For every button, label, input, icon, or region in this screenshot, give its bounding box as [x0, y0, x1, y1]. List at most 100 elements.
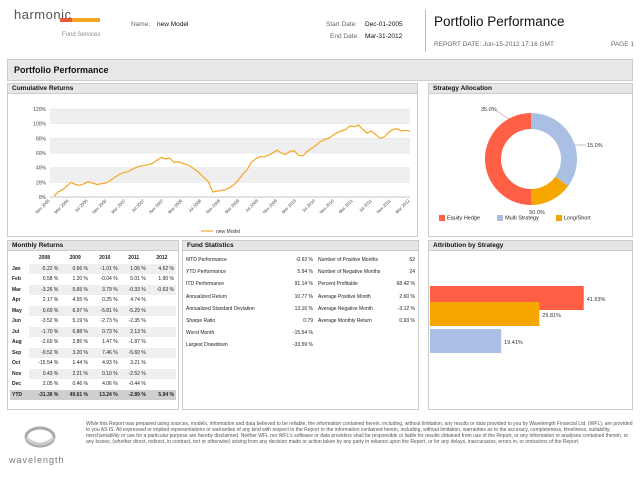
stat-row: Largest Drawdown -33.59 %	[183, 339, 316, 351]
month-label: Nov	[12, 370, 22, 377]
attribution-bar	[430, 329, 502, 353]
table-row: Nov 0.43 % 2.21 % 0.10 % -2.52 %	[10, 368, 176, 379]
monthly-return-cell: 3.21 %	[130, 360, 146, 367]
year-header: 2009	[69, 255, 81, 262]
y-tick-label: 60%	[36, 151, 47, 157]
page-number: PAGE 1	[610, 41, 634, 48]
month-label: Sep	[12, 349, 22, 356]
monthly-returns-title: Monthly Returns	[8, 241, 178, 251]
name-label: Name:	[131, 21, 151, 28]
ytd-cell: -2.89 %	[119, 389, 148, 400]
monthly-return-cell: 0.46 %	[72, 381, 89, 388]
monthly-return-cell: -0.44 %	[128, 381, 146, 388]
table-row: Oct -15.54 % 1.44 % 4.93 % 3.21 %	[10, 358, 176, 369]
stat-label: Annualized Return	[186, 293, 228, 300]
stat-value: 5.94 %	[297, 269, 313, 276]
x-tick-label: Jul 2008	[187, 198, 202, 213]
stat-row: Number of Positive Months 52	[315, 254, 418, 266]
monthly-returns-table: 2008 2009 2010 2011 2012 Jan -5.22 % 0.66 % -1.…	[10, 253, 176, 400]
monthly-return-cell: 0.69 %	[28, 305, 61, 316]
stat-value: -3.12 %	[397, 305, 415, 312]
month-label: Feb	[12, 276, 21, 283]
table-row: Mar -3.26 % 5.65 % 3.79 % -0.33 % -0.63 %	[10, 284, 176, 295]
monthly-return-cell: 4.55 %	[72, 297, 89, 304]
ytd-label: YTD	[10, 389, 29, 400]
monthly-return-cell: -5.81 %	[90, 305, 120, 316]
slice-label: 15.0%	[587, 143, 603, 149]
stat-value: 68.42 %	[396, 281, 415, 288]
legend-new-model: new Model	[216, 229, 240, 235]
monthly-return-cell: 3.20 %	[60, 347, 91, 358]
x-tick-label: Mar 2006	[53, 198, 70, 215]
start-date-value: Dec-01-2005	[365, 21, 403, 28]
stat-row: Worst Month -15.54 %	[183, 327, 316, 339]
x-tick-label: Mar 2011	[338, 198, 355, 215]
monthly-return-cell: 2.05 %	[42, 381, 59, 388]
report-date-line: REPORT DATE: Jun-15-2012 17:16 GMT PAGE …	[434, 41, 634, 48]
stat-label: Worst Month	[186, 330, 215, 337]
grid-band	[50, 167, 410, 183]
monthly-return-cell	[147, 326, 176, 337]
x-tick-label: Nov 2011	[375, 198, 392, 215]
monthly-return-cell: -2.60 %	[41, 339, 59, 346]
stat-label: Annualized Standard Deviation	[186, 305, 255, 312]
stat-value: 52	[409, 257, 415, 264]
x-tick-label: Nov 2010	[318, 198, 335, 215]
legend-swatch-equity-hedge	[439, 215, 445, 221]
stat-row: Number of Negative Months 24	[315, 266, 418, 278]
monthly-return-cell: -0.63 %	[147, 284, 176, 295]
month-label: Mar	[12, 286, 21, 293]
ytd-row: YTD -31.36 % 49.61 % 13.24 % -2.89 % 5.94 %	[10, 389, 176, 400]
table-row: Feb 0.58 % 1.20 % -0.04 % 5.01 % 1.90 %	[10, 274, 176, 285]
stat-value: 2.60 %	[399, 293, 415, 300]
monthly-return-cell: 1.90 %	[158, 276, 174, 283]
wavelength-logo-icon	[24, 426, 56, 448]
x-tick-label: Nov 2008	[205, 198, 222, 215]
monthly-return-cell: -2.35 %	[128, 318, 146, 325]
monthly-return-cell: 4.74 %	[130, 297, 146, 304]
month-label: May	[12, 307, 22, 314]
x-tick-label: Nov 2009	[262, 198, 279, 215]
y-tick-label: 100%	[33, 122, 46, 128]
attribution-value: 41.93%	[587, 297, 606, 303]
x-tick-label: Jul 2007	[130, 198, 145, 213]
stat-label: YTD Performance	[186, 269, 227, 276]
monthly-return-cell: 3.79 %	[90, 284, 120, 295]
attribution-value: 29.81%	[542, 313, 561, 319]
stat-value: -15.54 %	[292, 330, 313, 337]
monthly-return-cell: 4.62 %	[147, 263, 176, 274]
stat-row: MTD Performance -0.63 %	[183, 254, 316, 266]
monthly-return-cell: 0.10 %	[90, 368, 120, 379]
monthly-return-cell: -0.33 %	[119, 284, 148, 295]
stat-label: Average Monthly Return	[318, 318, 372, 325]
monthly-return-cell: -5.29 %	[119, 305, 148, 316]
monthly-return-cell: -2.73 %	[100, 318, 118, 325]
stat-value: -0.63 %	[295, 257, 313, 264]
grid-band	[50, 109, 410, 124]
monthly-return-cell: 0.25 %	[102, 297, 118, 304]
stat-value: -33.59 %	[292, 342, 313, 349]
legend-swatch-multi-strategy	[497, 215, 504, 221]
month-label: Jul	[12, 328, 20, 335]
monthly-return-cell: 0.58 %	[42, 276, 59, 283]
leader-line	[494, 109, 510, 120]
monthly-return-cell: -15.54 %	[38, 360, 59, 367]
ytd-cell: 5.94 %	[147, 389, 176, 400]
stat-label: Largest Drawdown	[186, 342, 228, 349]
x-tick-label: Jul 2011	[358, 198, 373, 213]
stat-row: Average Negative Month -3.12 %	[315, 303, 418, 315]
stat-value: 91.14 %	[294, 281, 313, 288]
stat-label: Sharpe Ratio	[186, 318, 216, 325]
monthly-return-cell: 1.47 %	[102, 339, 118, 346]
stat-label: Number of Negative Months	[318, 269, 381, 276]
section-title: Portfolio Performance	[14, 65, 109, 75]
monthly-return-cell: -0.04 %	[100, 276, 118, 283]
x-tick-label: Nov 2007	[148, 198, 165, 215]
monthly-return-cell	[147, 347, 176, 358]
monthly-return-cell: -5.60 %	[119, 347, 148, 358]
monthly-return-cell	[148, 379, 176, 390]
table-row: Aug -2.60 % 2.85 % 1.47 % -1.87 %	[10, 337, 176, 348]
cumulative-returns-chart: 0%20%40%60%80%100%120%Nov 2005 Mar 2006 Ju…	[33, 107, 411, 235]
attribution-chart: 41.93% 29.81% 19.41%	[430, 286, 606, 353]
x-tick-label: Mar 2012	[394, 198, 411, 215]
